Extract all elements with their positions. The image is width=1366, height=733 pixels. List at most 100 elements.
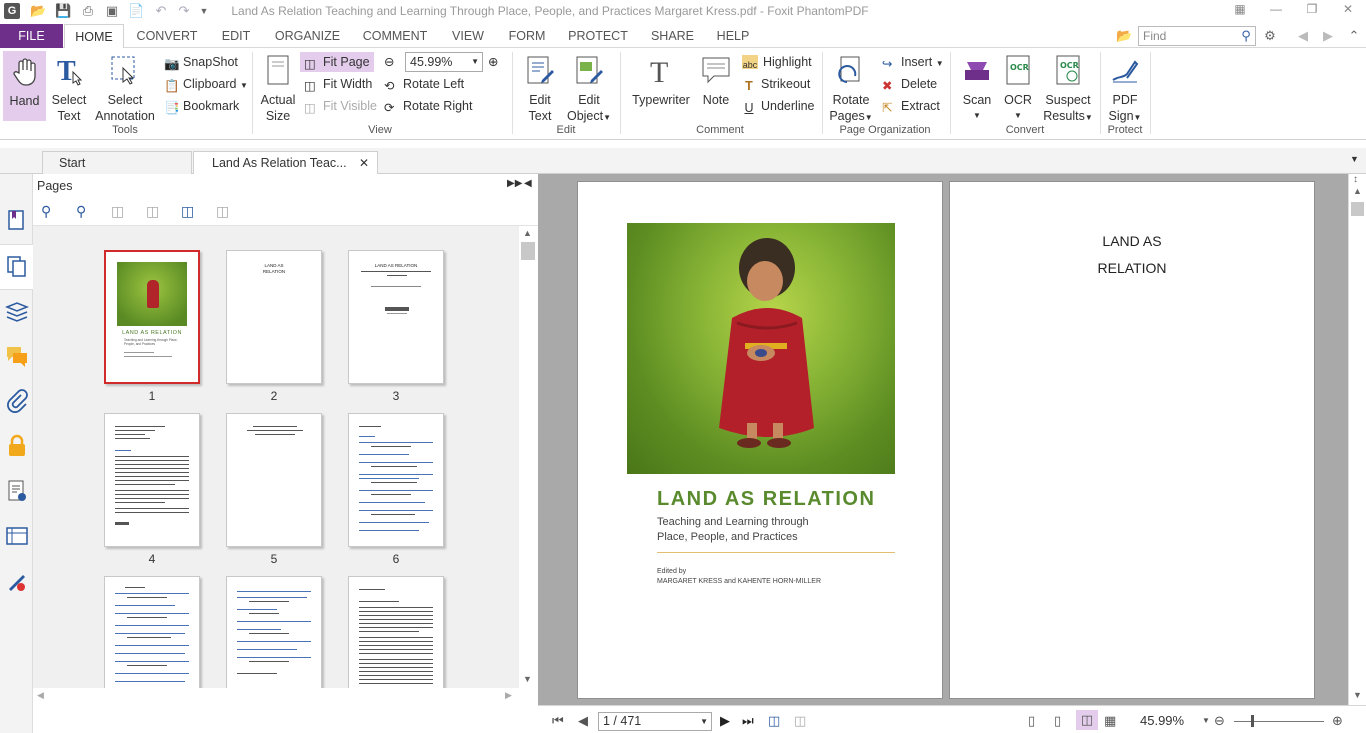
reduce-thumbnails-icon[interactable]: ⚲ bbox=[76, 203, 86, 220]
fit-width-button[interactable]: ◫ Fit Width bbox=[304, 74, 372, 94]
collapse-ribbon-icon[interactable]: ⌃ bbox=[1346, 28, 1362, 44]
scan-button[interactable]: Scan ▼ bbox=[956, 54, 998, 124]
status-zoom-value[interactable]: 45.99% bbox=[1140, 713, 1184, 728]
form-fields-icon[interactable] bbox=[5, 524, 29, 548]
clipboard-button[interactable]: 📋 Clipboard ▼ bbox=[164, 74, 248, 94]
page-thumbnail-9[interactable] bbox=[348, 576, 444, 688]
extract-button[interactable]: ⇱ Extract bbox=[882, 96, 940, 116]
document-view[interactable]: LAND AS RELATION Teaching and Learning t… bbox=[538, 174, 1348, 705]
scroll-down-icon[interactable]: ▼ bbox=[523, 674, 532, 684]
thumbnail-horizontal-scrollbar[interactable]: ◀ ▶ bbox=[33, 688, 519, 705]
scroll-right-icon[interactable]: ▶ bbox=[505, 690, 512, 701]
thumbnail-vertical-scrollbar[interactable]: ▲ ▼ bbox=[519, 226, 538, 688]
next-view-icon[interactable]: ◫ bbox=[794, 713, 806, 729]
restore-layout-icon[interactable]: ▦ bbox=[1230, 2, 1250, 18]
pdf-page-cover[interactable]: LAND AS RELATION Teaching and Learning t… bbox=[577, 181, 943, 699]
bookmark-button[interactable]: 📑 Bookmark bbox=[164, 96, 239, 116]
suspect-results-button[interactable]: OCR Suspect Results▼ bbox=[1040, 54, 1096, 126]
tab-home[interactable]: HOME bbox=[64, 24, 124, 49]
highlight-button[interactable]: abc Highlight bbox=[742, 52, 812, 72]
tab-help[interactable]: HELP bbox=[712, 24, 754, 48]
actual-size-button[interactable]: Actual Size bbox=[256, 54, 300, 124]
insert-button[interactable]: ↪ Insert ▼ bbox=[882, 52, 944, 72]
scroll-thumb[interactable] bbox=[521, 242, 535, 260]
insert-page-icon[interactable]: ◫ bbox=[111, 203, 124, 220]
tab-view[interactable]: VIEW bbox=[446, 24, 490, 48]
content-document-icon[interactable] bbox=[5, 479, 29, 503]
search-icon[interactable]: ⚲ bbox=[1238, 28, 1254, 44]
hand-button[interactable]: Hand bbox=[3, 51, 46, 121]
delete-page-icon[interactable]: ◫ bbox=[216, 203, 229, 220]
next-page-icon[interactable]: ▶ bbox=[720, 713, 730, 729]
tab-protect[interactable]: PROTECT bbox=[566, 24, 630, 48]
zoom-dropdown-icon[interactable]: ▼ bbox=[1202, 716, 1210, 725]
previous-view-icon[interactable]: ◫ bbox=[768, 713, 780, 729]
last-page-icon[interactable]: ⏭ bbox=[742, 713, 754, 729]
tab-convert[interactable]: CONVERT bbox=[132, 24, 202, 48]
fit-page-button[interactable]: ◫ Fit Page bbox=[300, 52, 374, 72]
rotate-right-button[interactable]: ⟳ Rotate Right bbox=[384, 96, 472, 116]
attachments-paperclip-icon[interactable] bbox=[5, 389, 29, 413]
zoom-out-icon[interactable]: ⊖ bbox=[384, 52, 394, 72]
settings-gear-icon[interactable]: ⚙ bbox=[1262, 28, 1278, 44]
signature-icon[interactable] bbox=[5, 569, 29, 593]
tab-current-document[interactable]: Land As Relation Teac... ✕ bbox=[193, 151, 378, 174]
page-thumbnail-5[interactable] bbox=[226, 413, 322, 547]
page-thumbnail-4[interactable] bbox=[104, 413, 200, 547]
page-thumbnail-6[interactable] bbox=[348, 413, 444, 547]
collapse-panel-icon[interactable]: ◀ bbox=[524, 178, 532, 189]
zoom-in-icon[interactable]: ⊕ bbox=[488, 52, 498, 72]
delete-button[interactable]: ✖ Delete bbox=[882, 74, 937, 94]
ocr-button[interactable]: OCR OCR ▼ bbox=[1000, 54, 1036, 124]
page-thumbnail-8[interactable] bbox=[226, 576, 322, 688]
typewriter-button[interactable]: T Typewriter bbox=[628, 54, 694, 108]
next-result-icon[interactable]: ▶ bbox=[1320, 28, 1336, 44]
select-text-button[interactable]: T Select Text bbox=[48, 54, 90, 124]
scroll-thumb[interactable] bbox=[1351, 202, 1364, 216]
tab-edit[interactable]: EDIT bbox=[214, 24, 258, 48]
continuous-view-icon[interactable]: ▯ bbox=[1054, 713, 1061, 729]
first-page-icon[interactable]: ⏮ bbox=[552, 713, 564, 729]
underline-button[interactable]: U Underline bbox=[742, 96, 814, 116]
page-thumbnail-2[interactable]: LAND AS RELATION bbox=[226, 250, 322, 384]
extract-page-icon[interactable]: ◫ bbox=[146, 203, 159, 220]
zoom-combobox[interactable]: 45.99% ▼ bbox=[405, 52, 483, 72]
bookmarks-panel-icon[interactable] bbox=[5, 208, 29, 232]
layers-icon[interactable] bbox=[5, 299, 29, 323]
comments-icon[interactable] bbox=[5, 344, 29, 368]
tab-comment[interactable]: COMMENT bbox=[358, 24, 432, 48]
find-folder-icon[interactable]: 📂 bbox=[1116, 28, 1132, 44]
tab-form[interactable]: FORM bbox=[502, 24, 552, 48]
tab-share[interactable]: SHARE bbox=[645, 24, 700, 48]
enlarge-thumbnails-icon[interactable]: ⚲ bbox=[41, 203, 51, 220]
page-thumbnail-7[interactable] bbox=[104, 576, 200, 688]
split-handle-icon[interactable]: ↕ bbox=[1353, 174, 1358, 185]
expand-panel-icon[interactable]: ▶▶ bbox=[507, 178, 522, 189]
tab-organize[interactable]: ORGANIZE bbox=[270, 24, 345, 48]
pdf-sign-button[interactable]: PDF Sign▼ bbox=[1104, 54, 1146, 126]
single-page-view-icon[interactable]: ▯ bbox=[1028, 713, 1035, 729]
page-thumbnail-1[interactable]: LAND AS RELATION Teaching and Learning t… bbox=[104, 250, 200, 384]
close-tab-icon[interactable]: ✕ bbox=[359, 152, 369, 174]
previous-page-icon[interactable]: ◀ bbox=[578, 713, 588, 729]
document-vertical-scrollbar[interactable]: ↕ ▲ ▼ bbox=[1348, 174, 1366, 705]
minimize-button[interactable]: — bbox=[1266, 2, 1286, 18]
rotate-pages-button[interactable]: Rotate Pages▼ bbox=[826, 54, 876, 126]
scroll-up-icon[interactable]: ▲ bbox=[523, 228, 532, 238]
scroll-left-icon[interactable]: ◀ bbox=[37, 690, 44, 701]
maximize-button[interactable]: ❐ bbox=[1302, 2, 1322, 18]
strikeout-button[interactable]: T Strikeout bbox=[742, 74, 810, 94]
close-button[interactable]: ✕ bbox=[1338, 2, 1358, 18]
scroll-up-icon[interactable]: ▲ bbox=[1353, 186, 1362, 196]
edit-text-button[interactable]: Edit Text bbox=[518, 54, 562, 124]
page-thumbnails-icon[interactable] bbox=[5, 254, 29, 278]
tab-file[interactable]: FILE bbox=[0, 24, 63, 48]
tab-start[interactable]: Start bbox=[42, 151, 192, 174]
pdf-page-2[interactable]: LAND AS RELATION bbox=[949, 181, 1315, 699]
continuous-facing-view-icon[interactable]: ▦ bbox=[1104, 713, 1116, 729]
note-button[interactable]: Note bbox=[698, 54, 734, 108]
zoom-slider[interactable] bbox=[1234, 721, 1324, 722]
select-annotation-button[interactable]: Select Annotation bbox=[92, 54, 158, 124]
rotate-left-button[interactable]: ⟲ Rotate Left bbox=[384, 74, 464, 94]
page-thumbnail-3[interactable]: LAND AS RELATION bbox=[348, 250, 444, 384]
